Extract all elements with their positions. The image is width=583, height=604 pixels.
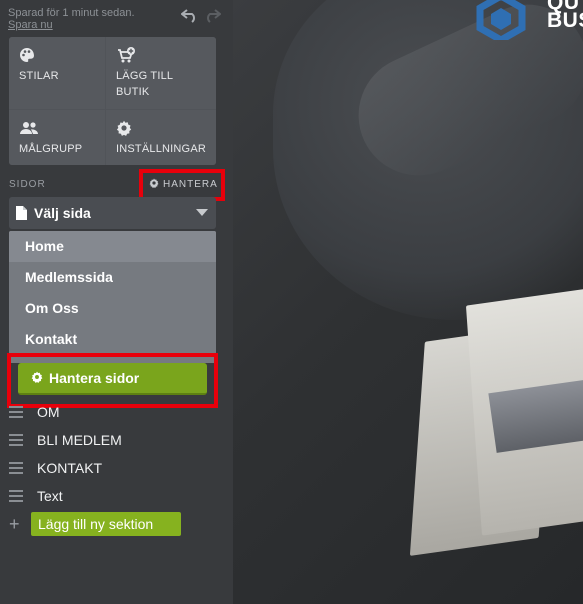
tile-styles[interactable]: STILAR xyxy=(9,37,105,109)
drag-handle-icon[interactable] xyxy=(9,462,23,474)
gear-icon xyxy=(116,120,206,138)
autosave-status: Sparad för 1 minut sedan. Spara nu xyxy=(8,7,148,31)
save-now-link[interactable]: Spara nu xyxy=(8,19,53,31)
people-icon xyxy=(19,120,95,138)
section-item-kontakt[interactable]: KONTAKT xyxy=(9,457,102,479)
section-label: Text xyxy=(37,488,63,504)
logo-text-line-2: BUS xyxy=(547,9,583,32)
plus-icon[interactable]: + xyxy=(9,515,31,533)
page-option-about[interactable]: Om Oss xyxy=(9,293,216,324)
tile-settings-label: INSTÄLLNINGAR xyxy=(115,143,206,155)
page-select[interactable]: Välj sida xyxy=(9,197,216,229)
page-select-value: Välj sida xyxy=(34,205,91,221)
logo-text: QU BUS xyxy=(547,0,583,32)
add-shop-icon xyxy=(116,47,206,65)
tile-settings[interactable]: INSTÄLLNINGAR xyxy=(105,110,216,165)
drag-handle-icon[interactable] xyxy=(9,434,23,446)
document-icon xyxy=(16,206,27,220)
logo-icon xyxy=(476,0,526,45)
tile-audience[interactable]: MÅLGRUPP xyxy=(9,110,105,165)
highlight-box-manage-button xyxy=(7,353,218,408)
site-preview[interactable]: QU BUS xyxy=(233,0,583,604)
page-option-members[interactable]: Medlemssida xyxy=(9,262,216,293)
tile-audience-label: MÅLGRUPP xyxy=(19,143,83,155)
hero-magazine-image xyxy=(399,283,583,562)
autosave-text: Sparad för 1 minut sedan. xyxy=(8,7,135,19)
section-label: BLI MEDLEM xyxy=(37,432,122,448)
palette-icon xyxy=(19,47,95,65)
page-option-contact[interactable]: Kontakt xyxy=(9,324,216,355)
tile-add-shop-label: LÄGG TILL BUTIK xyxy=(115,70,173,98)
tool-tiles: STILAR LÄGG TILL BUTIK MÅLGRUPP INSTÄLLN… xyxy=(9,37,216,165)
editor-panel: Sparad för 1 minut sedan. Spara nu STILA… xyxy=(0,0,233,604)
tile-add-shop[interactable]: LÄGG TILL BUTIK xyxy=(105,37,216,109)
page-dropdown: Home Medlemssida Om Oss Kontakt xyxy=(9,231,216,363)
undo-icon[interactable] xyxy=(180,9,199,25)
section-item-om[interactable]: OM xyxy=(9,401,60,423)
tile-styles-label: STILAR xyxy=(19,70,59,82)
section-item-text[interactable]: Text xyxy=(9,485,63,507)
add-section-button[interactable]: Lägg till ny sektion xyxy=(31,512,181,536)
redo-icon[interactable] xyxy=(203,9,222,25)
drag-handle-icon[interactable] xyxy=(9,406,23,418)
pages-section-label: SIDOR xyxy=(9,179,46,190)
section-label: OM xyxy=(37,404,60,420)
drag-handle-icon[interactable] xyxy=(9,490,23,502)
chevron-down-icon xyxy=(196,209,208,216)
section-item-bli-medlem[interactable]: BLI MEDLEM xyxy=(9,429,122,451)
section-label: KONTAKT xyxy=(37,460,103,476)
add-section-row: + Lägg till ny sektion xyxy=(9,512,181,536)
page-option-home[interactable]: Home xyxy=(9,231,216,262)
